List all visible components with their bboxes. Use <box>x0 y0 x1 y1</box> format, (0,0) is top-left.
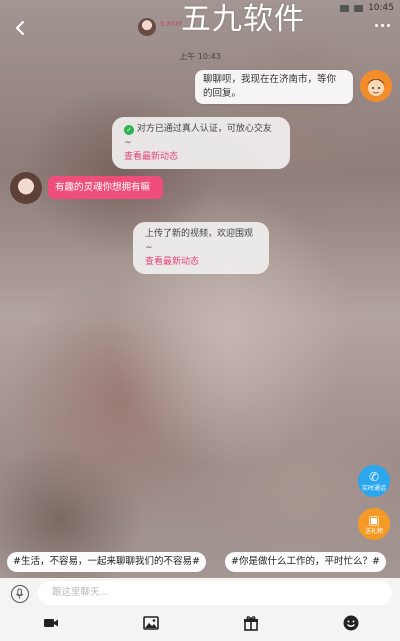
battery-icon <box>354 4 364 12</box>
view-video-link[interactable]: 查看最新动态 <box>145 255 257 269</box>
signal-icon <box>340 4 350 12</box>
topic-chip-2[interactable]: #你是做什么工作的，平时忙么？# <box>225 552 386 572</box>
video-notice: 上传了新的视频，欢迎围观~ 查看最新动态 <box>133 222 269 274</box>
avatar-face-icon <box>367 79 385 96</box>
status-bar: 10:45 <box>340 0 394 16</box>
video-notice-text: 上传了新的视频，欢迎围观~ <box>145 229 254 253</box>
chat-toolbar <box>0 614 400 636</box>
video-call-button[interactable]: ✆ 实时通话 <box>358 465 390 497</box>
phone-icon: ✆ <box>368 469 380 484</box>
outgoing-message-text: 聊聊呗，我现在在济南市，等你的回复。 <box>203 74 337 99</box>
send-gift-button[interactable]: ▣ 送礼物 <box>358 508 390 540</box>
incoming-message[interactable]: 有趣的灵魂你想拥有嘛 <box>48 176 163 199</box>
view-updates-link[interactable]: 查看最新动态 <box>124 150 278 164</box>
video-icon[interactable] <box>42 614 60 632</box>
gift-icon[interactable] <box>242 614 260 632</box>
incoming-message-text: 有趣的灵魂你想拥有嘛 <box>55 182 151 193</box>
header-distance: 5.8KM <box>160 20 182 28</box>
message-input[interactable]: 跟这里聊天... <box>38 581 392 605</box>
message-timestamp: 上午 10:43 <box>179 52 221 61</box>
check-icon: ✓ <box>124 125 134 135</box>
contact-avatar[interactable] <box>10 172 42 204</box>
message-input-placeholder: 跟这里聊天... <box>52 587 109 598</box>
verification-text: 对方已通过真人认证，可放心交友~ <box>124 124 272 148</box>
watermark: 五九软件 <box>181 2 305 37</box>
outgoing-message[interactable]: 聊聊呗，我现在在济南市，等你的回复。 <box>195 70 353 104</box>
video-call-label: 实时通话 <box>361 484 386 492</box>
my-avatar[interactable] <box>360 70 392 102</box>
input-area: 跟这里聊天... <box>0 578 400 641</box>
status-time: 10:45 <box>368 3 394 13</box>
send-gift-label: 送礼物 <box>364 527 383 535</box>
more-options-icon[interactable] <box>375 24 390 27</box>
microphone-icon[interactable] <box>11 585 29 603</box>
gift-box-icon: ▣ <box>368 512 380 527</box>
topic-chip-1[interactable]: #生活，不容易，一起来聊聊我们的不容易# <box>7 552 206 572</box>
header-avatar[interactable] <box>138 18 156 36</box>
image-icon[interactable] <box>142 614 160 632</box>
verification-notice: ✓ 对方已通过真人认证，可放心交友~ 查看最新动态 <box>112 117 290 169</box>
emoji-icon[interactable] <box>342 614 360 632</box>
back-arrow-icon[interactable] <box>10 18 30 38</box>
